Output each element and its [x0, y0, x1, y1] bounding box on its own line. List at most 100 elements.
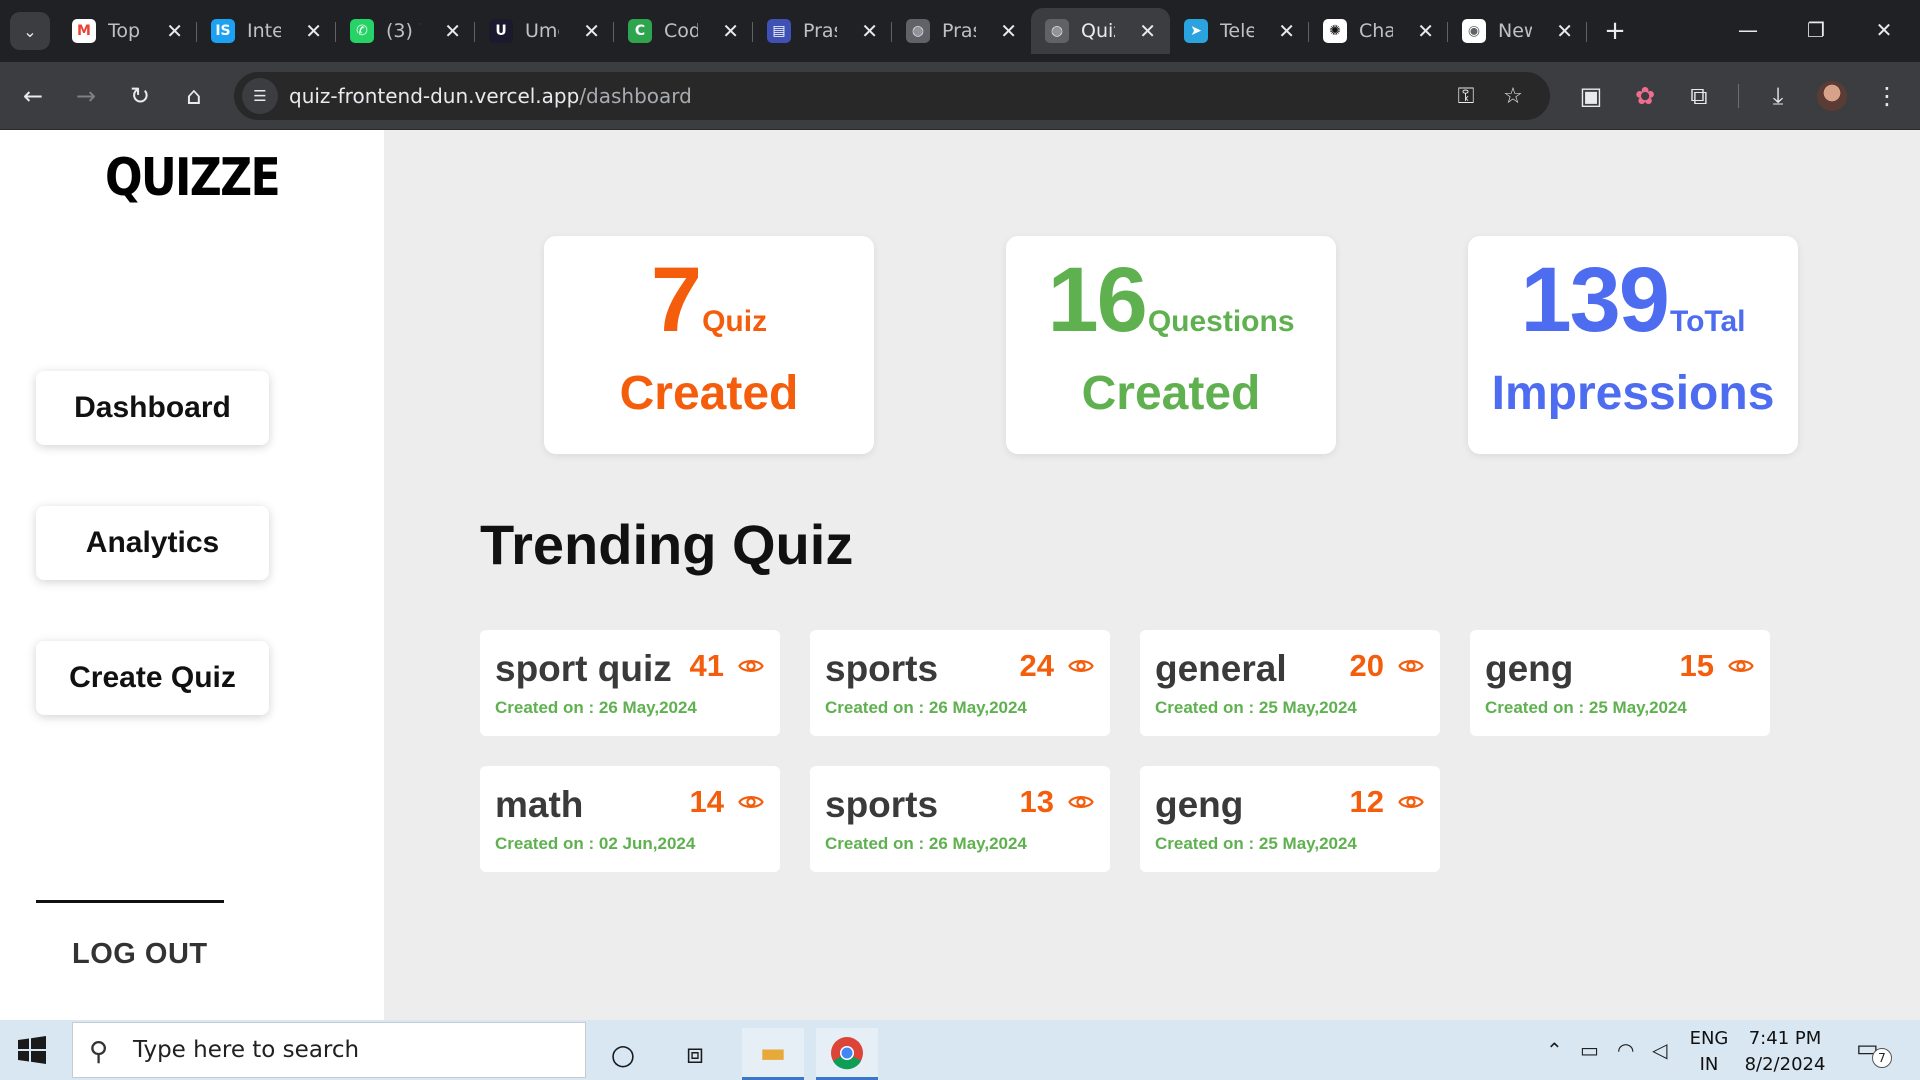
- tab-close-button[interactable]: ✕: [166, 19, 183, 43]
- folder-icon: ▬: [759, 1036, 787, 1069]
- bookmark-button[interactable]: ☆: [1497, 80, 1529, 112]
- tab-close-button[interactable]: ✕: [1278, 19, 1295, 43]
- download-icon: ⤓: [1772, 82, 1784, 110]
- windows-start-icon[interactable]: [18, 1036, 46, 1064]
- extensions-button[interactable]: ⧉: [1679, 76, 1719, 116]
- tab-close-button[interactable]: ✕: [1417, 19, 1434, 43]
- eye-icon: [1728, 660, 1754, 672]
- url-host: quiz-frontend-dun.vercel.app: [289, 84, 580, 108]
- trending-quiz-card[interactable]: sport quiz 41 Created on : 26 May,2024: [480, 630, 780, 736]
- trending-quiz-card[interactable]: geng 15 Created on : 25 May,2024: [1470, 630, 1770, 736]
- menu-button[interactable]: ⋮: [1867, 76, 1907, 116]
- quiz-name: sports: [825, 648, 939, 689]
- tab-close-button[interactable]: ✕: [861, 19, 878, 43]
- minimize-button[interactable]: —: [1718, 12, 1778, 48]
- tab-title: Top: [108, 20, 141, 42]
- stat-headline: 16 Questions: [1006, 254, 1336, 346]
- browser-tab[interactable]: ➤ Teleg ✕: [1170, 8, 1309, 54]
- trending-quiz-card[interactable]: math 14 Created on : 02 Jun,2024: [480, 766, 780, 872]
- downloads-button[interactable]: ⤓: [1758, 76, 1798, 116]
- browser-tab-strip: ⌄ M Top ✕ IS Inter ✕ ✆ (3) W ✕ U Ume ✕ C Cod ✕ ▤ Pras ✕ ◍ P…: [0, 0, 1920, 62]
- quiz-impression-count: 12: [1349, 784, 1384, 819]
- trending-quiz-card[interactable]: sports 13 Created on : 26 May,2024: [810, 766, 1110, 872]
- stat-unit: ToTal: [1669, 305, 1746, 338]
- trending-quiz-card[interactable]: geng 12 Created on : 25 May,2024: [1140, 766, 1440, 872]
- is-icon: IS: [211, 19, 235, 43]
- clock-time: 7:41 PM: [1748, 1028, 1822, 1049]
- back-button[interactable]: ←: [13, 76, 53, 116]
- tab-search-button[interactable]: ⌄: [10, 12, 50, 50]
- nav-dashboard-button[interactable]: Dashboard: [36, 371, 269, 445]
- stat-value: 7: [650, 249, 702, 351]
- profile-avatar[interactable]: [1817, 81, 1847, 111]
- tab-title: Cha: [1359, 20, 1393, 42]
- password-key-button[interactable]: ⚿: [1450, 80, 1482, 112]
- browser-tab[interactable]: ◍ Quiz ✕: [1031, 8, 1170, 54]
- browser-tab[interactable]: IS Inter ✕: [197, 8, 336, 54]
- tab-close-button[interactable]: ✕: [1556, 19, 1573, 43]
- taskbar-search-input[interactable]: ⚲ Type here to search: [72, 1022, 586, 1078]
- logout-button[interactable]: LOG OUT: [72, 938, 208, 971]
- quiz-name: geng: [1485, 648, 1574, 689]
- reload-button[interactable]: ↻: [120, 76, 160, 116]
- language-indicator[interactable]: ENG IN: [1684, 1026, 1734, 1078]
- extension-lotus-button[interactable]: ✿: [1625, 76, 1665, 116]
- created-on-value: 25 May,2024: [1258, 834, 1357, 853]
- volume-icon[interactable]: ◁: [1652, 1038, 1667, 1062]
- wifi-icon[interactable]: ◠: [1617, 1038, 1634, 1062]
- browser-tab[interactable]: C Cod ✕: [614, 8, 753, 54]
- chrome-taskbar-button[interactable]: [816, 1028, 878, 1080]
- trending-quiz-card[interactable]: sports 24 Created on : 26 May,2024: [810, 630, 1110, 736]
- tab-close-button[interactable]: ✕: [1139, 19, 1156, 43]
- quiz-impression-count: 24: [1019, 648, 1054, 683]
- browser-tab[interactable]: ◍ Pras ✕: [892, 8, 1031, 54]
- nav-create-quiz-button[interactable]: Create Quiz: [36, 641, 269, 715]
- browser-tab[interactable]: U Ume ✕: [475, 8, 614, 54]
- eye-icon: [1068, 660, 1094, 672]
- browser-tab[interactable]: ✺ Cha ✕: [1309, 8, 1448, 54]
- browser-tab[interactable]: ◉ New ✕: [1448, 8, 1587, 54]
- tab-title: Teleg: [1220, 20, 1254, 42]
- gmail-icon: M: [72, 19, 96, 43]
- quiz-name: sport quiz: [495, 648, 672, 689]
- tab-close-button[interactable]: ✕: [1000, 19, 1017, 43]
- battery-icon[interactable]: ▭: [1580, 1038, 1599, 1062]
- cortana-button[interactable]: ○: [592, 1028, 654, 1080]
- quiz-created-date: Created on : 25 May,2024: [1155, 834, 1357, 854]
- trending-quiz-card[interactable]: general 20 Created on : 25 May,2024: [1140, 630, 1440, 736]
- notification-center-button[interactable]: ▭ 7: [1856, 1034, 1892, 1068]
- nav-analytics-button[interactable]: Analytics: [36, 506, 269, 580]
- home-button[interactable]: ⌂: [174, 76, 214, 116]
- file-explorer-button[interactable]: ▬: [742, 1028, 804, 1080]
- sidepanel-button[interactable]: ▣: [1571, 76, 1611, 116]
- tab-close-button[interactable]: ✕: [583, 19, 600, 43]
- system-clock[interactable]: 7:41 PM 8/2/2024: [1740, 1026, 1830, 1078]
- restore-button[interactable]: ❐: [1786, 12, 1846, 48]
- browser-tab[interactable]: M Top ✕: [58, 8, 197, 54]
- address-bar[interactable]: ☰ quiz-frontend-dun.vercel.app/dashboard…: [234, 72, 1550, 120]
- new-tab-button[interactable]: +: [1598, 14, 1632, 48]
- browser-tab[interactable]: ▤ Pras ✕: [753, 8, 892, 54]
- stat-label: Created: [1081, 367, 1261, 420]
- stat-value: 16: [1047, 249, 1147, 351]
- close-window-button[interactable]: ✕: [1854, 12, 1914, 48]
- chrome-icon: ◉: [1462, 19, 1486, 43]
- created-on-prefix: Created on :: [1155, 834, 1259, 853]
- logout-divider: [36, 900, 224, 903]
- url-text[interactable]: quiz-frontend-dun.vercel.app/dashboard: [289, 84, 692, 108]
- browser-tab[interactable]: ✆ (3) W ✕: [336, 8, 475, 54]
- task-view-button[interactable]: ⧈: [664, 1028, 726, 1080]
- quiz-created-date: Created on : 25 May,2024: [1485, 698, 1687, 718]
- key-icon: ⚿: [1457, 83, 1475, 109]
- tab-close-button[interactable]: ✕: [722, 19, 739, 43]
- tab-title: (3) W: [386, 20, 420, 42]
- site-info-button[interactable]: ☰: [242, 78, 278, 114]
- tab-close-button[interactable]: ✕: [305, 19, 322, 43]
- tab-close-button[interactable]: ✕: [444, 19, 461, 43]
- tray-chevron-up-icon[interactable]: ⌃: [1546, 1038, 1563, 1062]
- forward-button[interactable]: →: [66, 76, 106, 116]
- plus-icon: +: [1604, 16, 1626, 46]
- app-viewport: QUIZZE Dashboard Analytics Create Quiz L…: [0, 130, 1920, 1020]
- quiz-created-date: Created on : 26 May,2024: [495, 698, 697, 718]
- quiz-name: math: [495, 784, 584, 825]
